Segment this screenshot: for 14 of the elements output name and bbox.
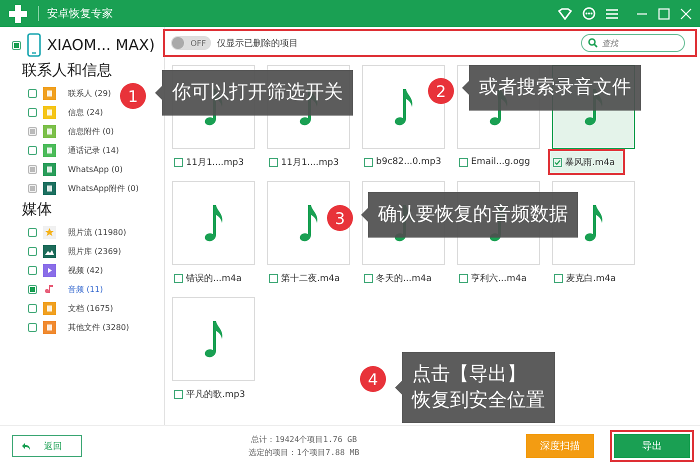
group-title: 联系人和信息 xyxy=(22,61,113,80)
callout-tooltip: 或者搜索录音文件 xyxy=(462,65,641,111)
callout-tooltip: 你可以打开筛选开关 xyxy=(155,70,353,116)
step-badge: 1 xyxy=(120,83,146,109)
step-badge: 4 xyxy=(360,366,386,392)
filter-label: 仅显示已删除的项目 xyxy=(217,38,298,50)
selected-summary: 选定的项目：1个项目7.88 MB xyxy=(248,447,360,458)
device-name: XIAOM... MAX) xyxy=(47,36,155,54)
callout-tooltip: 点击【导出】 恢复到安全位置 xyxy=(395,352,555,424)
window-title: 安卓恢复专家 xyxy=(38,6,113,21)
total-summary: 总计：19424个项目1.76 GB xyxy=(251,434,357,445)
group-title: 媒体 xyxy=(22,200,53,219)
callout-tooltip: 确认要恢复的音频数据 xyxy=(361,192,578,238)
step-badge: 2 xyxy=(428,78,454,104)
